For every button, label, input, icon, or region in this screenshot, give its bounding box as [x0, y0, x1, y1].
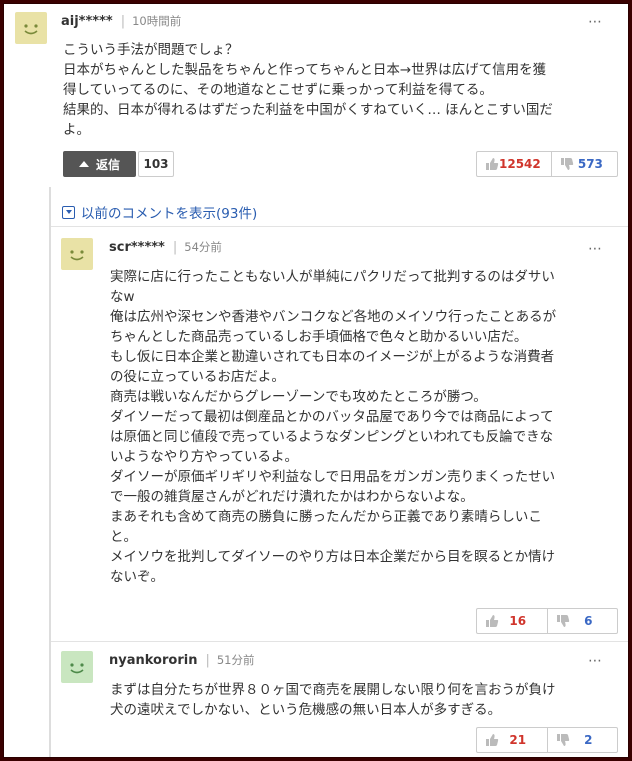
- comment-body: 実際に店に行ったこともない人が単純にパクリだって批判するのはダサい なw 俺は広…: [110, 269, 557, 585]
- vote-buttons: 21 2: [476, 727, 618, 753]
- vote-buttons: 12542 573: [476, 151, 618, 177]
- avatar[interactable]: [15, 12, 47, 44]
- more-options-icon[interactable]: ⋯: [588, 654, 603, 668]
- avatar[interactable]: [61, 238, 93, 270]
- downvote-button[interactable]: 2: [546, 728, 618, 752]
- comment-thread: aij***** | 10時間前 ⋯ こういう手法が問題でしょ？ 日本がちゃんとした…: [3, 3, 629, 758]
- timestamp: 51分前: [216, 653, 255, 667]
- username[interactable]: scr*****: [109, 240, 165, 255]
- reply-count: 103: [138, 151, 174, 177]
- divider: [51, 641, 628, 642]
- more-options-icon[interactable]: ⋯: [588, 242, 603, 256]
- thumbs-down-icon: [560, 158, 573, 170]
- downvote-button[interactable]: 6: [546, 609, 618, 633]
- comment-body: こういう手法が問題でしょ？ 日本がちゃんとした製品をちゃんと作ってちゃんと日本→…: [63, 42, 553, 138]
- thumbs-down-icon: [556, 734, 569, 746]
- comment-meta: scr***** | 54分前: [109, 240, 222, 255]
- upvote-button[interactable]: 16: [477, 609, 547, 633]
- divider: [51, 226, 628, 227]
- avatar[interactable]: [61, 651, 93, 683]
- chevron-down-box-icon: [62, 205, 75, 219]
- timestamp: 54分前: [184, 240, 222, 254]
- smiley-avatar-icon: [70, 250, 84, 261]
- timestamp: 10時間前: [132, 14, 182, 28]
- comment-meta: nyankororin | 51分前: [109, 653, 255, 668]
- username[interactable]: aij*****: [61, 14, 113, 29]
- thumbs-up-icon: [486, 734, 499, 746]
- upvote-button[interactable]: 12542: [477, 152, 551, 176]
- username[interactable]: nyankororin: [109, 653, 197, 668]
- comment-meta: aij***** | 10時間前: [61, 14, 182, 29]
- upvote-button[interactable]: 21: [477, 728, 547, 752]
- comment-body: まずは自分たちが世界８０ヶ国で商売を展開しない限り何を言おうが負け 犬の遠吠えで…: [110, 682, 556, 718]
- thread-line: [49, 187, 51, 757]
- caret-up-icon: [78, 161, 89, 167]
- more-options-icon[interactable]: ⋯: [588, 15, 603, 29]
- vote-buttons: 16 6: [476, 608, 618, 634]
- smiley-avatar-icon: [24, 24, 38, 35]
- downvote-button[interactable]: 573: [550, 152, 617, 176]
- thumbs-up-icon: [486, 158, 499, 170]
- smiley-avatar-icon: [70, 663, 84, 674]
- thumbs-up-icon: [486, 615, 499, 627]
- show-previous-comments-link[interactable]: 以前のコメントを表示(93件): [62, 202, 257, 222]
- reply-button[interactable]: 返信: [63, 151, 136, 177]
- thumbs-down-icon: [556, 615, 569, 627]
